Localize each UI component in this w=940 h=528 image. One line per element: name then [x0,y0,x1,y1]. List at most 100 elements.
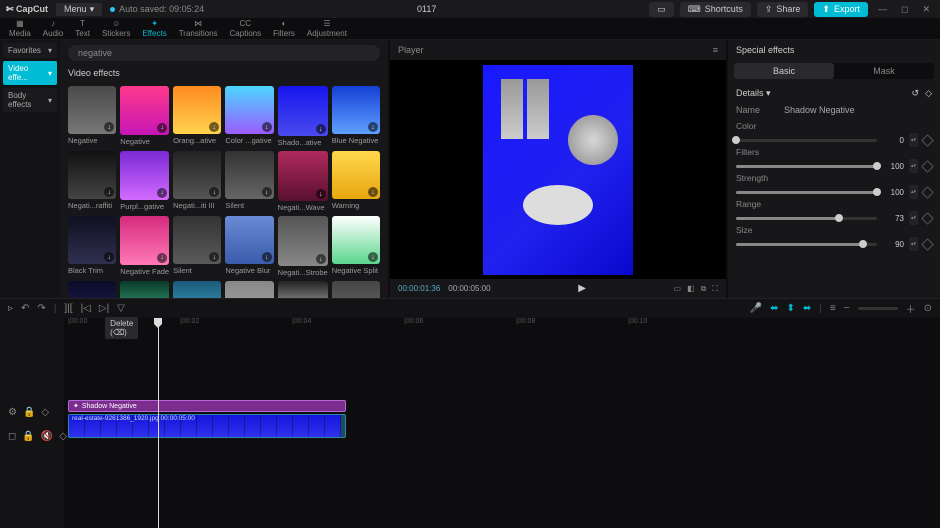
effect-item[interactable]: ↓Black Trim [68,281,116,298]
redo-button[interactable]: ↷ [37,303,45,314]
download-icon[interactable]: ↓ [262,187,272,197]
keyframe-icon[interactable] [921,238,934,251]
effect-item[interactable]: ↓Negative Split [332,216,380,277]
effect-item[interactable]: ↓B&W Frame [278,281,328,298]
layout-toggle[interactable]: ▭ [649,2,674,17]
tab-audio[interactable]: ♪Audio [38,19,68,38]
slider-stepper[interactable]: ▴▾ [909,185,918,199]
effect-item[interactable]: ↓Color ...gative [225,86,273,147]
tab-captions[interactable]: CCCaptions [225,19,267,38]
effect-item[interactable]: ↓Negative Fade [120,216,169,277]
download-icon[interactable]: ↓ [262,122,272,132]
zoom-out-icon[interactable]: − [844,303,850,314]
download-icon[interactable]: ↓ [157,123,167,133]
zoom-in-icon[interactable]: ＋ [906,301,916,316]
player-viewport[interactable] [390,60,726,279]
shortcuts-button[interactable]: ⌨ Shortcuts [680,2,751,17]
play-button[interactable]: ▶ [578,283,586,294]
download-icon[interactable]: ↓ [316,124,326,134]
effect-item[interactable]: ↓Shado...ative [278,86,328,147]
slider-track[interactable] [736,165,877,168]
effect-item[interactable]: ↓Silent [225,151,273,212]
slider-track[interactable] [736,243,877,246]
magnet-icon[interactable]: ⬌ [770,303,778,314]
effect-item[interactable]: ↓Negati...Strobe [278,216,328,277]
tab-mask[interactable]: Mask [834,63,934,79]
tab-transitions[interactable]: ⋈Transitions [174,19,223,38]
time-ruler[interactable]: |00:00|00:02|00:04|00:06|00:08|00:10 [64,318,940,330]
effect-item[interactable]: ↓Nightvision 2 [120,281,169,298]
effect-item[interactable]: ↓Silent [173,216,221,277]
tab-media[interactable]: ▦Media [4,19,36,38]
slider-stepper[interactable]: ▴▾ [909,133,918,147]
slider-stepper[interactable]: ▴▾ [909,159,918,173]
quality-icon[interactable]: ◧ [687,284,695,294]
undo-button[interactable]: ↶ [21,303,29,314]
keyframe-icon[interactable] [921,160,934,173]
keyframe-icon[interactable] [921,134,934,147]
keyframe-icon[interactable] [921,212,934,225]
sidebar-item-1[interactable]: Video effe...▾ [3,61,57,85]
download-icon[interactable]: ↓ [209,122,219,132]
menu-button[interactable]: Menu ▾ [56,3,102,16]
download-icon[interactable]: ↓ [104,252,114,262]
split-tool[interactable]: ]|[ [64,303,72,314]
download-icon[interactable]: ↓ [157,188,167,198]
link-icon[interactable]: ⬍ [787,303,795,314]
player-menu-icon[interactable]: ≡ [713,45,718,55]
pointer-tool[interactable]: ▹ [8,303,13,314]
keyframe-icon[interactable] [921,186,934,199]
effect-clip[interactable]: ✦Shadow Negative [68,400,346,412]
sidebar-item-2[interactable]: Body effects▾ [3,88,57,112]
track-toggle-icon[interactable]: ≡ [830,303,836,314]
close-button[interactable]: ✕ [918,4,934,15]
effect-item[interactable]: ↓Negati...raffiti [68,151,116,212]
effect-item[interactable]: ↓TV Warble [173,281,221,298]
effect-item[interactable]: ↓Negative [120,86,169,147]
effect-item[interactable]: ↓Black Trim [68,216,116,277]
reset-icon[interactable]: ↺ [912,88,920,99]
effect-item[interactable]: ↓Blue Negative [332,86,380,147]
download-icon[interactable]: ↓ [368,252,378,262]
effect-item[interactable]: ↓Negative [68,86,116,147]
effect-item[interactable]: ↓Negati...iti III [173,151,221,212]
effects-search-input[interactable] [68,45,380,61]
tab-stickers[interactable]: ☺Stickers [97,19,135,38]
tab-text[interactable]: TText [70,19,95,38]
download-icon[interactable]: ↓ [316,189,326,199]
download-icon[interactable]: ↓ [104,187,114,197]
effect-item[interactable]: ↓Negati...Wave [278,151,328,212]
download-icon[interactable]: ↓ [157,253,167,263]
share-button[interactable]: ⇪ Share [757,2,809,17]
fullscreen-icon[interactable]: ⛶ [712,284,718,294]
details-heading[interactable]: Details ▾ [736,88,771,99]
slider-stepper[interactable]: ▴▾ [909,237,918,251]
timeline-tracks[interactable]: |00:00|00:02|00:04|00:06|00:08|00:10 ✦Sh… [64,318,940,528]
tab-basic[interactable]: Basic [734,63,834,79]
zoom-slider[interactable] [858,307,898,310]
trim-right-tool[interactable]: ▷| [99,303,109,314]
download-icon[interactable]: ↓ [262,252,272,262]
download-icon[interactable]: ↓ [316,254,326,264]
slider-track[interactable] [736,217,877,220]
effect-item[interactable]: ↓Orang...ative [173,86,221,147]
sidebar-item-0[interactable]: Favorites▾ [3,43,57,58]
project-title[interactable]: 0117 [204,4,649,14]
download-icon[interactable]: ↓ [104,122,114,132]
fx-track-header[interactable]: ⚙🔒◇ [0,400,64,424]
mic-icon[interactable]: 🎤 [750,303,762,314]
ratio-icon[interactable]: ▭ [674,284,682,294]
download-icon[interactable]: ↓ [368,122,378,132]
effect-item[interactable]: ↓Pulse Bars [332,281,380,298]
video-clip[interactable]: real-estate-9261386_1920.jpg 00:00:05:00 [68,414,346,438]
download-icon[interactable]: ↓ [209,252,219,262]
export-button[interactable]: ⬆ Export [814,2,868,17]
slider-track[interactable] [736,139,877,142]
effect-item[interactable]: ↓Purpl...gative [120,151,169,212]
tab-effects[interactable]: ✦Effects [137,19,171,38]
tab-filters[interactable]: ◐Filters [268,19,300,38]
zoom-fit-icon[interactable]: ⊙ [924,303,932,314]
effect-item[interactable]: ↓Rando...h Cut [225,281,273,298]
effect-item[interactable]: ↓Negative Blur [225,216,273,277]
slider-track[interactable] [736,191,877,194]
